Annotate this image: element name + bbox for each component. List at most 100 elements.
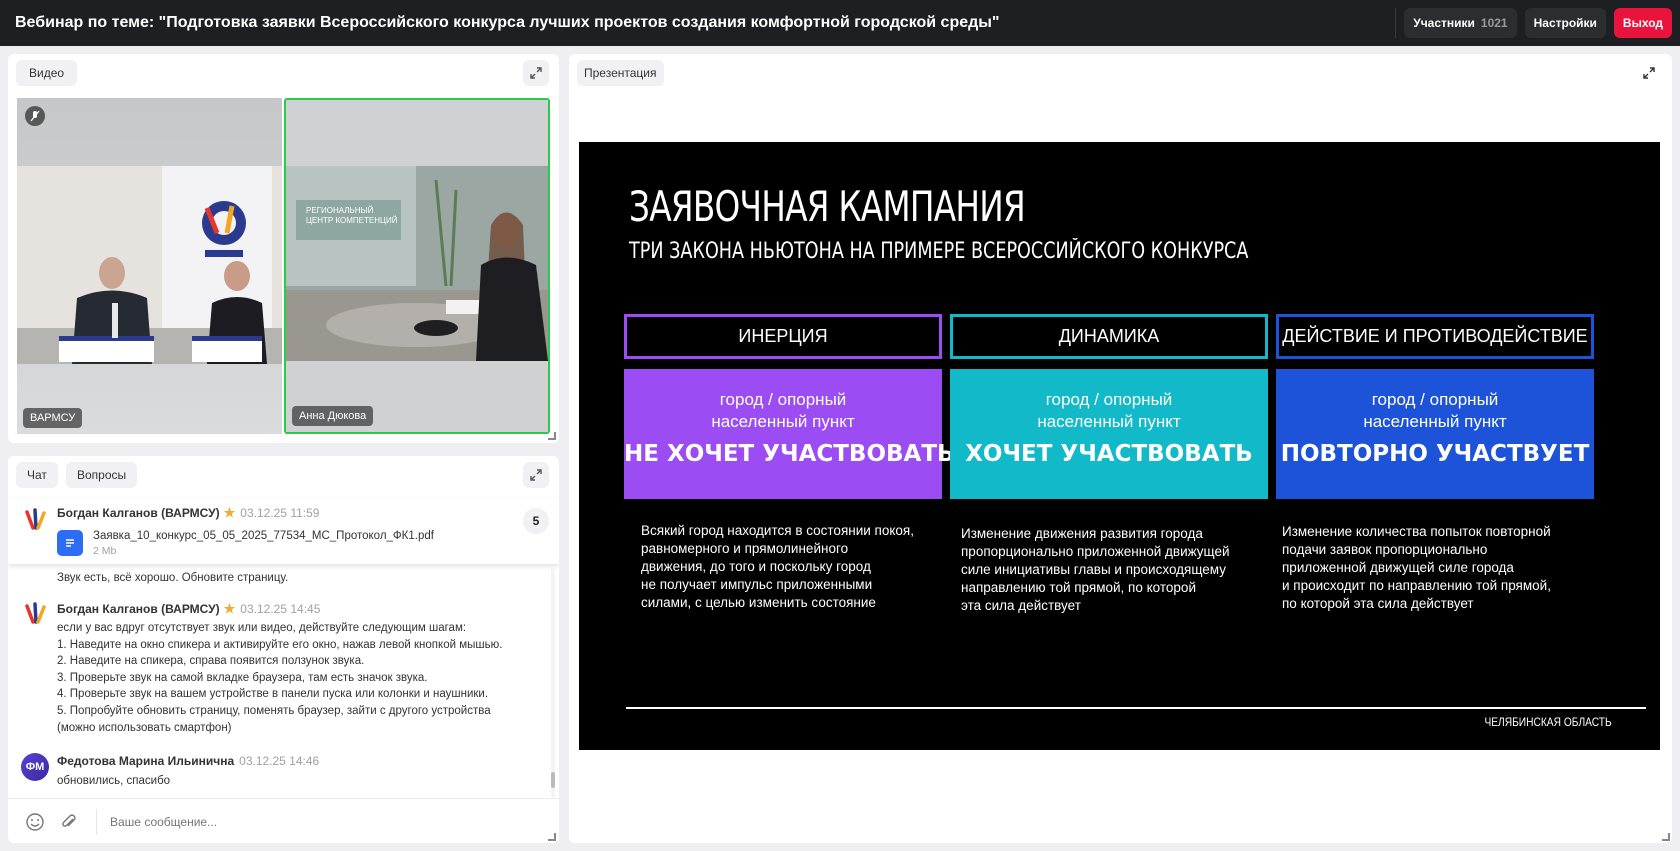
small-line: город / опорный [719,390,847,409]
message-time: 03.12.25 14:46 [239,754,320,768]
file-name[interactable]: Заявка_10_конкурс_05_05_2025_77534_МС_Пр… [93,528,434,545]
expand-icon[interactable] [1636,60,1662,86]
video-tile-name: ВАРМСУ [23,408,83,428]
message-time: 03.12.25 14:45 [240,602,321,616]
message-line: если у вас вдруг отсутствует звук или ви… [57,622,467,634]
tab-chat[interactable]: Чат [16,462,58,488]
top-bar: Вебинар по теме: "Подготовка заявки Всер… [0,0,1680,46]
author-name: Богдан Калганов (ВАРМСУ) [57,506,220,520]
user-avatar: ФМ [21,753,49,781]
star-icon: ★ [223,505,236,520]
message-line: 3. Проверьте звук на самой вкладке брауз… [57,672,428,684]
tab-presentation[interactable]: Презентация [577,60,664,86]
column-big-text: ХОЧЕТ УЧАСТВОВАТЬ [965,441,1253,467]
slide-divider [626,707,1646,709]
desc-line: приложенной движущей силе города [1282,560,1514,575]
message-time: 03.12.25 11:59 [240,506,320,520]
desc-line: и происходит по направлению той прямой, [1282,578,1551,593]
desc-line: движения, до того и поскольку город [641,559,871,574]
desc-line: силами, с целью изменить состояние [641,595,876,610]
unread-badge[interactable]: 5 [523,508,549,534]
participants-label: Участники [1413,16,1475,30]
webinar-title: Вебинар по теме: "Подготовка заявки Всер… [15,14,1000,31]
slide-subtitle: ТРИ ЗАКОНА НЬЮТОНА НА ПРИМЕРЕ ВСЕРОССИЙС… [629,239,1249,264]
divider [96,809,97,835]
desc-line: Изменение движения развития города [961,526,1203,541]
video-tile-name: Анна Дюкова [292,406,374,426]
scrollbar-thumb[interactable] [551,772,555,788]
svg-text:ЦЕНТР КОМПЕТЕНЦИЙ: ЦЕНТР КОМПЕТЕНЦИЙ [306,216,398,225]
star-icon: ★ [223,601,236,616]
chat-message-text: Звук есть, всё хорошо. Обновите страницу… [57,572,289,584]
message-author: Богдан Калганов (ВАРМСУ) ★ 03.12.25 11:59 [57,505,319,521]
column-box: город / опорный населенный пункт НЕ ХОЧЕТ… [624,369,955,499]
speaker-video-image [17,98,282,434]
tab-video[interactable]: Видео [16,60,78,86]
tab-questions[interactable]: Вопросы [66,462,138,488]
column-description: Изменение количества попыток повторной п… [1282,523,1551,613]
desc-line: равномерного и прямолинейного [641,541,849,556]
emoji-icon[interactable] [25,812,45,837]
message-line: 4. Проверьте звук на вашем устройстве в … [57,688,489,700]
small-line: населенный пункт [1037,412,1181,431]
desc-line: направлению той прямой, по которой [961,580,1196,595]
desc-line: эта сила действует [961,598,1081,613]
column-box: город / опорный населенный пункт ПОВТОРНО… [1276,369,1594,499]
desc-line: Изменение количества попыток повторной [1282,524,1551,539]
chat-input-row [8,798,559,843]
exit-button[interactable]: Выход [1613,8,1672,38]
column-description: Изменение движения развития города пропо… [961,525,1230,615]
resize-handle-icon[interactable] [548,432,556,440]
chat-scrollbar[interactable] [551,566,555,798]
author-name: Богдан Калганов (ВАРМСУ) [57,602,220,616]
message-author: Богдан Калганов (ВАРМСУ) ★ 03.12.25 14:45 [57,601,320,617]
column-header: ИНЕРЦИЯ [624,314,942,359]
desc-line: подачи заявок пропорционально [1282,542,1488,557]
desc-line: не получает импульс приложенными [641,577,873,592]
varmsu-logo-avatar [21,506,49,534]
desc-line: по которой эта сила действует [1282,596,1474,611]
expand-icon[interactable] [523,60,549,86]
small-line: город / опорный [1045,390,1173,409]
message-line: 2. Наведите на спикера, справа появится … [57,655,365,667]
message-input[interactable] [110,811,530,833]
column-big-text: ПОВТОРНО УЧАСТВУЕТ [1280,441,1590,467]
divider [1395,8,1397,38]
mic-off-icon [25,106,45,126]
attach-icon[interactable] [59,812,79,837]
resize-handle-icon[interactable] [1662,833,1670,841]
column-small-text: город / опорный населенный пункт [1276,389,1594,433]
message-line: (можно использовать смартфон) [57,722,232,734]
column-header: ДИНАМИКА [950,314,1268,359]
slide-title: ЗАЯВОЧНАЯ КАМПАНИЯ [629,182,1026,231]
column-small-text: город / опорный населенный пункт [624,389,942,433]
column-big-text: НЕ ХОЧЕТ УЧАСТВОВАТЬ [624,441,955,467]
varmsu-logo-avatar [21,600,49,628]
expand-icon[interactable] [523,462,549,488]
file-size: 2 Mb [93,545,117,557]
author-name: Федотова Марина Ильинична [57,754,235,768]
desc-line: Всякий город находится в состоянии покоя… [641,523,914,538]
small-line: населенный пункт [1363,412,1507,431]
presentation-slide: ЗАЯВОЧНАЯ КАМПАНИЯ ТРИ ЗАКОНА НЬЮТОНА НА… [579,142,1660,750]
desc-line: силе инициативы главы и происходящему [961,562,1226,577]
resize-handle-icon[interactable] [548,833,556,841]
column-description: Всякий город находится в состоянии покоя… [641,522,914,612]
message-line: 5. Попробуйте обновить страницу, поменят… [57,705,491,717]
column-header: ДЕЙСТВИЕ И ПРОТИВОДЕЙСТВИЕ [1276,314,1594,359]
participants-button[interactable]: Участники 1021 [1404,8,1517,38]
video-tile-anna[interactable]: РЕГИОНАЛЬНЫЙ ЦЕНТР КОМПЕТЕНЦИЙ Анна Дюко… [284,98,550,434]
slide-region: ЧЕЛЯБИНСКАЯ ОБЛАСТЬ [1484,715,1612,729]
chat-message-text: обновились, спасибо [57,775,171,787]
video-tile-varmsu[interactable]: ВАРМСУ [17,98,282,434]
small-line: населенный пункт [711,412,855,431]
desc-line: пропорционально приложенной движущей [961,544,1230,559]
small-line: город / опорный [1371,390,1499,409]
speaker-video-image: РЕГИОНАЛЬНЫЙ ЦЕНТР КОМПЕТЕНЦИЙ [286,100,548,432]
participants-count: 1021 [1480,16,1508,30]
pinned-message[interactable]: Богдан Калганов (ВАРМСУ) ★ 03.12.25 11:59 … [8,498,559,564]
settings-button[interactable]: Настройки [1524,8,1606,38]
column-box: город / опорный населенный пункт ХОЧЕТ УЧ… [950,369,1268,499]
file-icon [57,530,83,556]
message-line: 1. Наведите на окно спикера и активируйт… [57,639,503,651]
